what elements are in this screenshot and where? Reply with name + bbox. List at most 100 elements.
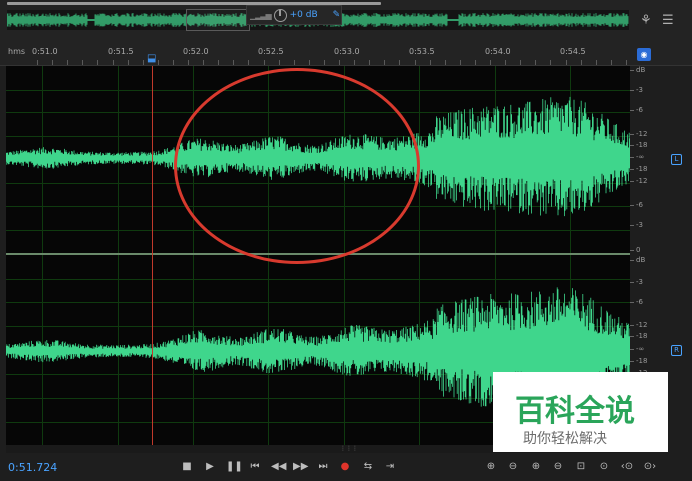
db-tick (630, 157, 634, 158)
ruler-minor-tick (97, 60, 99, 65)
ruler-minor-tick (248, 60, 250, 65)
ruler-minor-tick (414, 60, 416, 65)
ruler-minor-tick (82, 60, 84, 65)
db-tick (630, 90, 634, 91)
zoom-out-amplitude-icon[interactable]: ⊖ (505, 460, 521, 474)
annotation-circle (174, 68, 420, 264)
db-label: dB (636, 66, 646, 74)
gain-value: +0 dB (289, 10, 318, 20)
db-label: -6 (636, 106, 643, 114)
db-tick (630, 336, 634, 337)
db-tick (630, 205, 634, 206)
rewind-button[interactable]: ◀◀ (271, 460, 286, 474)
ruler-tick-label: 0:54.0 (485, 47, 511, 56)
db-tick (630, 349, 634, 350)
ruler-tick-label: 0:52.0 (183, 47, 209, 56)
ruler-minor-tick (263, 60, 265, 65)
zoom-out-time-icon[interactable]: ⊖ (550, 460, 566, 474)
ruler-unit: hms (8, 47, 26, 56)
db-label: -12 (636, 130, 648, 138)
fast-forward-button[interactable]: ▶▶ (293, 460, 308, 474)
ruler-tick-label: 0:51.5 (108, 47, 134, 56)
watermark-logo: 百科全说 (515, 394, 635, 429)
db-tick (630, 282, 634, 283)
meter-toggle-button[interactable]: ◉ (637, 48, 651, 61)
ruler-minor-tick (580, 60, 582, 65)
db-label: -18 (636, 332, 648, 340)
db-tick (630, 260, 634, 261)
ruler-minor-tick (429, 60, 431, 65)
db-tick (630, 110, 634, 111)
db-label: -6 (636, 298, 643, 306)
ruler-minor-tick (67, 60, 69, 65)
transport-bar: 0:51.724 ■ ▶ ❚❚ ⏮ ◀◀ ▶▶ ⏭ ● ⇆ ⇥ ⊕ ⊖ ⊕ ⊖ … (0, 453, 692, 481)
db-tick (630, 250, 634, 251)
overview-view-window[interactable] (186, 9, 250, 31)
ruler-minor-tick (157, 60, 159, 65)
channel-badge-right[interactable]: R (671, 345, 682, 356)
db-tick (630, 225, 634, 226)
ruler-minor-tick (293, 60, 295, 65)
ruler-minor-tick (595, 60, 597, 65)
ruler-minor-tick (308, 60, 310, 65)
ruler-minor-tick (233, 60, 235, 65)
play-button[interactable]: ▶ (203, 460, 217, 474)
db-label: -18 (636, 357, 648, 365)
db-label: -3 (636, 86, 643, 94)
ruler-minor-tick (505, 60, 507, 65)
ruler-minor-tick (399, 60, 401, 65)
ruler-minor-tick (52, 60, 54, 65)
loop-button[interactable]: ⇆ (361, 460, 375, 474)
ruler-tick-label: 0:52.5 (258, 47, 284, 56)
ruler-minor-tick (278, 60, 280, 65)
playhead-marker-icon[interactable]: ⬓ (147, 54, 157, 64)
db-label: -12 (636, 177, 648, 185)
knob-icon[interactable] (273, 8, 287, 22)
overview-panel: ▁▂▃▅ +0 dB ✎ ⚘ ☰ (0, 0, 692, 44)
pause-button[interactable]: ❚❚ (226, 460, 243, 474)
zoom-in-right-icon[interactable]: ⊙› (642, 460, 658, 474)
ruler-minor-tick (550, 60, 552, 65)
db-tick (630, 169, 634, 170)
watermark: 百科全说 助你轻松解决 (493, 372, 668, 452)
ruler-minor-tick (474, 60, 476, 65)
channel-badge-left[interactable]: L (671, 154, 682, 165)
ruler-minor-tick (384, 60, 386, 65)
go-to-start-button[interactable]: ⏮ (248, 460, 262, 474)
ruler-minor-tick (323, 60, 325, 65)
level-bars-icon: ▁▂▃▅ (250, 10, 272, 20)
db-label: -12 (636, 321, 648, 329)
menu-icon[interactable]: ☰ (662, 14, 674, 27)
current-time[interactable]: 0:51.724 (8, 461, 57, 474)
ruler-minor-tick (535, 60, 537, 65)
record-button[interactable]: ● (338, 460, 352, 474)
ruler-minor-tick (520, 60, 522, 65)
zoom-in-amplitude-icon[interactable]: ⊕ (483, 460, 499, 474)
zoom-to-selection-icon[interactable]: ⊡ (573, 460, 589, 474)
pin-icon[interactable]: ✎ (333, 10, 341, 20)
time-ruler[interactable]: hms 0:51.0 0:51.5 0:52.0 0:52.5 0:53.0 0… (0, 44, 692, 66)
db-tick (630, 70, 634, 71)
ruler-minor-tick (127, 60, 129, 65)
zoom-in-time-icon[interactable]: ⊕ (528, 460, 544, 474)
stop-button[interactable]: ■ (180, 460, 194, 474)
zoom-in-left-icon[interactable]: ‹⊙ (619, 460, 635, 474)
scroll-grip-icon[interactable]: ⋮⋮⋮ (340, 445, 358, 453)
db-label: -∞ (636, 345, 645, 353)
ruler-minor-tick (490, 60, 491, 65)
skip-button[interactable]: ⇥ (383, 460, 397, 474)
go-to-end-button[interactable]: ⏭ (316, 460, 330, 474)
db-label: -3 (636, 221, 643, 229)
headphones-icon[interactable]: ⚘ (640, 14, 652, 27)
ruler-minor-tick (37, 60, 38, 65)
ruler-minor-tick (339, 60, 340, 65)
ruler-tick-label: 0:54.5 (560, 47, 586, 56)
ruler-tick-label: 0:53.5 (409, 47, 435, 56)
zoom-full-icon[interactable]: ⊙ (596, 460, 612, 474)
ruler-minor-tick (369, 60, 371, 65)
gain-hud[interactable]: ▁▂▃▅ +0 dB ✎ (246, 5, 342, 25)
ruler-minor-tick (625, 60, 627, 65)
db-tick (630, 134, 634, 135)
playhead-line[interactable] (152, 66, 153, 452)
ruler-minor-tick (172, 60, 174, 65)
